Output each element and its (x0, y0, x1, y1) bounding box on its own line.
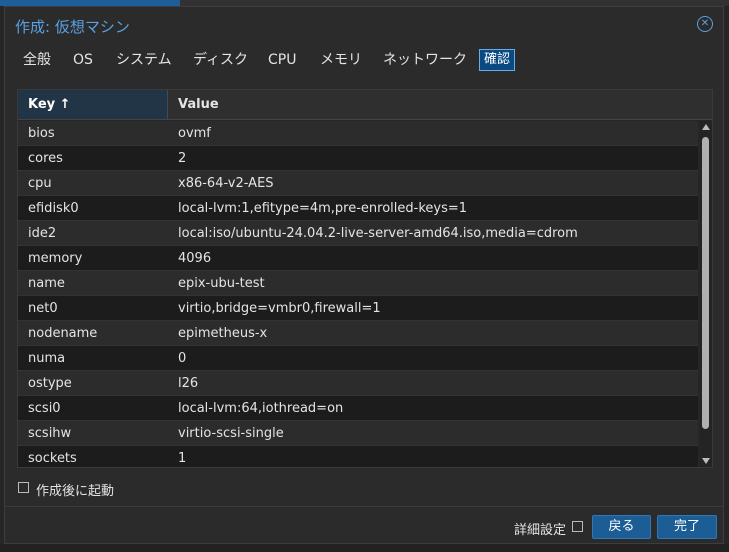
table-row[interactable]: nodename epimetheus-x (18, 321, 698, 346)
tab-general[interactable]: 全般 (23, 49, 51, 71)
tab-cpu[interactable]: CPU (268, 49, 296, 71)
table-row[interactable]: ostype l26 (18, 371, 698, 396)
row-value: 2 (178, 151, 187, 166)
dialog-title-bar[interactable]: 作成: 仮想マシン ✕ (5, 7, 723, 43)
scrollbar-thumb[interactable] (702, 137, 709, 429)
row-value: x86-64-v2-AES (178, 176, 274, 191)
row-value: epimetheus-x (178, 326, 268, 341)
advanced-checkbox[interactable] (572, 521, 583, 532)
tab-memory[interactable]: メモリ (320, 49, 362, 71)
row-value: virtio,bridge=vmbr0,firewall=1 (178, 301, 381, 316)
table-row[interactable]: efidisk0 local-lvm:1,efitype=4m,pre-enrol… (18, 196, 698, 221)
row-key: memory (28, 251, 83, 266)
scroll-up-arrow-icon[interactable] (702, 124, 710, 130)
row-value: epix-ubu-test (178, 276, 265, 291)
row-value: ovmf (178, 126, 211, 141)
table-row[interactable]: cores 2 (18, 146, 698, 171)
row-key: ide2 (28, 226, 57, 241)
tab-confirm[interactable]: 確認 (479, 49, 516, 71)
grid-rows: bios ovmf cores 2 cpu x86-64-v2-AES efidisk… (18, 121, 698, 467)
row-value: 0 (178, 351, 187, 366)
start-after-created-label[interactable]: 作成後に起動 (36, 480, 114, 499)
finish-button[interactable]: 完了 (657, 515, 717, 539)
column-header-value[interactable]: Value (178, 97, 219, 112)
tab-network[interactable]: ネットワーク (383, 49, 467, 71)
create-vm-dialog: 作成: 仮想マシン ✕ 全般 OS システム ディスク CPU メモリ ネットワ… (4, 6, 724, 544)
row-key: sockets (28, 451, 77, 466)
advanced-label[interactable]: 詳細設定 (514, 519, 566, 538)
table-row[interactable]: name epix-ubu-test (18, 271, 698, 296)
tab-system[interactable]: システム (116, 49, 172, 71)
row-value: 1 (178, 451, 187, 466)
row-key: efidisk0 (28, 201, 79, 216)
row-value: l26 (178, 376, 199, 391)
table-row[interactable]: net0 virtio,bridge=vmbr0,firewall=1 (18, 296, 698, 321)
table-row[interactable]: numa 0 (18, 346, 698, 371)
row-key: scsihw (28, 426, 72, 441)
column-header-key-label: Key ↑ (28, 97, 71, 112)
row-key: nodename (28, 326, 98, 341)
background-window-strip-bottom (0, 544, 729, 552)
dialog-title: 作成: 仮想マシン (15, 18, 130, 36)
row-key: name (28, 276, 65, 291)
row-key: scsi0 (28, 401, 61, 416)
row-key: net0 (28, 301, 58, 316)
row-value: virtio-scsi-single (178, 426, 284, 441)
row-key: cpu (28, 176, 52, 191)
tab-disk[interactable]: ディスク (193, 49, 248, 71)
row-value: local-lvm:1,efitype=4m,pre-enrolled-keys… (178, 201, 468, 216)
table-row[interactable]: scsi0 local-lvm:64,iothread=on (18, 396, 698, 421)
row-key: numa (28, 351, 66, 366)
column-header-key[interactable]: Key ↑ (18, 90, 168, 119)
row-value: local-lvm:64,iothread=on (178, 401, 344, 416)
row-key: ostype (28, 376, 72, 391)
close-icon[interactable]: ✕ (697, 16, 713, 32)
grid-scrollbar[interactable] (700, 121, 712, 467)
back-button[interactable]: 戻る (592, 515, 651, 539)
table-row[interactable]: bios ovmf (18, 121, 698, 146)
table-row[interactable]: sockets 1 (18, 446, 698, 467)
table-row[interactable]: memory 4096 (18, 246, 698, 271)
row-value: 4096 (178, 251, 212, 266)
table-row[interactable]: ide2 local:iso/ubuntu-24.04.2-live-server… (18, 221, 698, 246)
grid-header: Key ↑ Value (18, 90, 712, 120)
row-key: cores (28, 151, 63, 166)
table-row[interactable]: cpu x86-64-v2-AES (18, 171, 698, 196)
table-row[interactable]: scsihw virtio-scsi-single (18, 421, 698, 446)
footer-divider (5, 506, 723, 507)
row-value: local:iso/ubuntu-24.04.2-live-server-amd… (178, 226, 578, 241)
start-after-created-checkbox[interactable] (18, 482, 29, 493)
scroll-down-arrow-icon[interactable] (702, 458, 710, 464)
summary-grid: Key ↑ Value bios ovmf cores 2 cpu x86-64-v2… (17, 89, 713, 468)
tab-os[interactable]: OS (73, 49, 93, 71)
row-key: bios (28, 126, 55, 141)
